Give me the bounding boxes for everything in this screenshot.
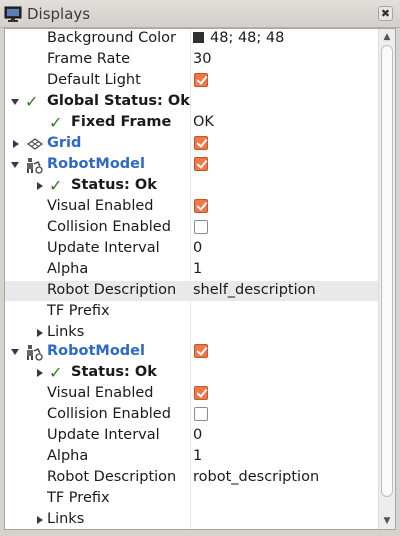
- property-label: Update Interval: [47, 427, 160, 443]
- property-label: TF Prefix: [47, 303, 110, 319]
- property-value: OK: [193, 114, 214, 130]
- property-value[interactable]: robot_description: [193, 469, 319, 485]
- color-swatch-icon: [193, 32, 204, 43]
- collision-enabled-checkbox[interactable]: [194, 220, 208, 234]
- tree-row-robot-description[interactable]: Robot Description shelf_description: [5, 281, 379, 301]
- property-label: Default Light: [47, 72, 141, 88]
- property-label: Visual Enabled: [47, 198, 154, 214]
- tree-row-default-light[interactable]: Default Light: [5, 71, 379, 91]
- scroll-down-icon[interactable]: ▼: [381, 515, 393, 527]
- robotmodel-enable-checkbox[interactable]: [194, 344, 208, 358]
- tree-row-update-interval[interactable]: Update Interval 0: [5, 426, 379, 446]
- panel-title: Displays: [27, 5, 91, 23]
- status-label: Status: Ok: [71, 177, 157, 193]
- collapse-arrow-icon[interactable]: [37, 369, 43, 377]
- property-label: Frame Rate: [47, 51, 131, 67]
- checkmark-icon: ✓: [49, 113, 63, 132]
- visual-enabled-checkbox[interactable]: [194, 386, 208, 400]
- vertical-scrollbar[interactable]: ▲ ▼: [378, 29, 395, 529]
- displays-tree[interactable]: Background Color 48; 48; 48 Frame Rate 3…: [4, 28, 396, 530]
- tree-row-frame-rate[interactable]: Frame Rate 30: [5, 50, 379, 70]
- checkmark-icon: ✓: [49, 176, 63, 195]
- property-value[interactable]: 0: [193, 240, 202, 256]
- robot-icon: [27, 158, 43, 174]
- property-label: Visual Enabled: [47, 385, 154, 401]
- collapse-arrow-icon[interactable]: [37, 182, 43, 190]
- scroll-thumb[interactable]: [381, 45, 393, 497]
- tree-row-status[interactable]: ✓ Status: Ok: [5, 176, 379, 196]
- property-label: Robot Description: [47, 469, 177, 485]
- tree-row-collision-enabled[interactable]: Collision Enabled: [5, 218, 379, 238]
- collapse-arrow-icon[interactable]: [13, 140, 19, 148]
- collapse-arrow-icon[interactable]: [37, 516, 43, 524]
- tree-row-update-interval[interactable]: Update Interval 0: [5, 239, 379, 259]
- property-value[interactable]: 1: [193, 261, 202, 277]
- default-light-checkbox[interactable]: [194, 73, 208, 87]
- property-value[interactable]: shelf_description: [193, 282, 316, 298]
- grid-enable-checkbox[interactable]: [194, 136, 208, 150]
- display-name: RobotModel: [47, 343, 145, 359]
- tree-row-robot-description[interactable]: Robot Description robot_description: [5, 468, 379, 488]
- expand-arrow-icon[interactable]: [11, 162, 19, 168]
- property-value[interactable]: 48; 48; 48: [193, 30, 284, 46]
- property-label: Background Color: [47, 30, 176, 46]
- display-name: Grid: [47, 135, 82, 151]
- property-label: Update Interval: [47, 240, 160, 256]
- status-label: Fixed Frame: [71, 114, 172, 130]
- robot-icon: [27, 345, 43, 361]
- monitor-icon: [4, 6, 22, 22]
- tree-row-collision-enabled[interactable]: Collision Enabled: [5, 405, 379, 425]
- checkmark-icon: ✓: [49, 363, 63, 382]
- robotmodel-enable-checkbox[interactable]: [194, 157, 208, 171]
- color-value: 48; 48; 48: [210, 30, 285, 46]
- property-label: Collision Enabled: [47, 219, 171, 235]
- collision-enabled-checkbox[interactable]: [194, 407, 208, 421]
- tree-row-robotmodel[interactable]: RobotModel: [5, 342, 379, 362]
- property-label: Robot Description: [47, 282, 177, 298]
- close-icon[interactable]: ✖: [378, 6, 393, 21]
- tree-row-links[interactable]: Links: [5, 510, 379, 529]
- display-name: RobotModel: [47, 156, 145, 172]
- property-label: Links: [47, 324, 85, 340]
- expand-arrow-icon[interactable]: [11, 99, 19, 105]
- tree-row-visual-enabled[interactable]: Visual Enabled: [5, 384, 379, 404]
- property-label: Alpha: [47, 448, 89, 464]
- property-label: Collision Enabled: [47, 406, 171, 422]
- tree-row-alpha[interactable]: Alpha 1: [5, 447, 379, 467]
- tree-row-status[interactable]: ✓ Status: Ok: [5, 363, 379, 383]
- property-value[interactable]: 0: [193, 427, 202, 443]
- property-label: TF Prefix: [47, 490, 110, 506]
- tree-row-tf-prefix[interactable]: TF Prefix: [5, 302, 379, 322]
- scroll-up-icon[interactable]: ▲: [381, 31, 393, 43]
- tree-row-fixed-frame[interactable]: ✓ Fixed Frame OK: [5, 113, 379, 133]
- status-label: Status: Ok: [71, 364, 157, 380]
- checkmark-icon: ✓: [25, 92, 39, 111]
- displays-titlebar: Displays ✖: [0, 0, 400, 28]
- property-value[interactable]: 1: [193, 448, 202, 464]
- property-label: Alpha: [47, 261, 89, 277]
- tree-row-links[interactable]: Links: [5, 323, 379, 343]
- visual-enabled-checkbox[interactable]: [194, 199, 208, 213]
- collapse-arrow-icon[interactable]: [37, 329, 43, 337]
- expand-arrow-icon[interactable]: [11, 349, 19, 355]
- property-label: Links: [47, 511, 85, 527]
- tree-row-grid[interactable]: Grid: [5, 134, 379, 154]
- tree-row-visual-enabled[interactable]: Visual Enabled: [5, 197, 379, 217]
- property-value[interactable]: 30: [193, 51, 211, 67]
- status-label: Global Status: Ok: [47, 93, 190, 109]
- tree-row-global-status[interactable]: ✓ Global Status: Ok: [5, 92, 379, 112]
- tree-row-background-color[interactable]: Background Color 48; 48; 48: [5, 29, 379, 49]
- grid-icon: [27, 138, 43, 150]
- tree-row-robotmodel[interactable]: RobotModel: [5, 155, 379, 175]
- tree-row-alpha[interactable]: Alpha 1: [5, 260, 379, 280]
- tree-row-tf-prefix[interactable]: TF Prefix: [5, 489, 379, 509]
